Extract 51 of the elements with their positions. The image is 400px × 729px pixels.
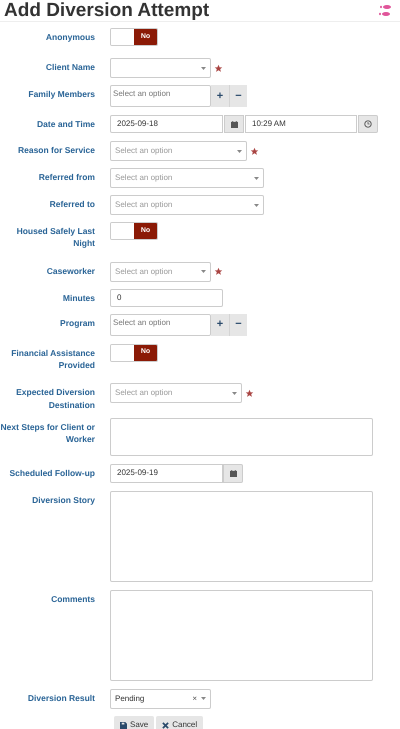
- field-label: Caseworker: [46, 264, 95, 277]
- caret-icon: [201, 66, 206, 70]
- field-label: Minutes: [62, 292, 95, 304]
- field-label: Program: [60, 316, 95, 329]
- calendar-button[interactable]: [223, 464, 243, 483]
- multi-select-field[interactable]: Select an option: [110, 85, 211, 107]
- field-label: Diversion Story: [32, 494, 95, 506]
- cancel-button[interactable]: Cancel: [156, 716, 204, 729]
- calendar-icon: [230, 470, 236, 477]
- date-field[interactable]: 2025-09-19: [110, 464, 223, 483]
- field-label: Expected Diversion Destination: [15, 386, 95, 411]
- select-field[interactable]: [110, 58, 211, 78]
- clock-icon: [364, 120, 372, 128]
- time-field[interactable]: 10:29 AM: [245, 115, 357, 133]
- field-label: Housed Safely Last Night: [16, 225, 95, 250]
- calendar-button[interactable]: [224, 115, 244, 133]
- field-label: Anonymous: [46, 31, 95, 44]
- field-label: Comments: [51, 592, 95, 606]
- caret-icon: [254, 204, 259, 206]
- caret-icon: [232, 392, 237, 395]
- caret-icon: [254, 176, 259, 180]
- add-button[interactable]: +: [211, 85, 229, 107]
- save-button[interactable]: Save: [114, 716, 154, 729]
- footprints-logo-icon: [378, 4, 392, 18]
- field-label: Referred to: [50, 198, 95, 210]
- text-area[interactable]: [110, 418, 373, 456]
- text-area[interactable]: [110, 490, 373, 582]
- remove-button[interactable]: −: [229, 314, 247, 336]
- close-icon: [162, 722, 170, 729]
- page-title: Add Diversion Attempt: [4, 1, 210, 20]
- caret-icon: [237, 150, 242, 152]
- add-button[interactable]: +: [211, 314, 229, 336]
- field-label: Financial Assistance Provided: [10, 346, 95, 372]
- multi-select-field[interactable]: Select an option: [110, 314, 211, 336]
- field-label: Date and Time: [37, 118, 95, 130]
- remove-button[interactable]: −: [229, 85, 247, 107]
- field-label: Scheduled Follow-up: [10, 466, 95, 480]
- field-label: Next Steps for Client or Worker: [0, 420, 95, 446]
- field-label: Referred from: [38, 171, 95, 184]
- text-area[interactable]: [110, 590, 373, 681]
- calendar-icon: [230, 120, 238, 128]
- date-field[interactable]: 2025-09-18: [110, 115, 223, 133]
- field-label: Reason for Service: [18, 144, 95, 156]
- field-label: Family Members: [28, 88, 95, 100]
- caret-icon: [201, 697, 206, 700]
- field-label: Client Name: [46, 61, 95, 74]
- number-field[interactable]: 0: [110, 288, 223, 307]
- field-label: Diversion Result: [28, 692, 95, 704]
- caret-icon: [201, 270, 206, 274]
- select-field[interactable]: Pending ×: [110, 688, 211, 709]
- clock-button[interactable]: [358, 115, 378, 133]
